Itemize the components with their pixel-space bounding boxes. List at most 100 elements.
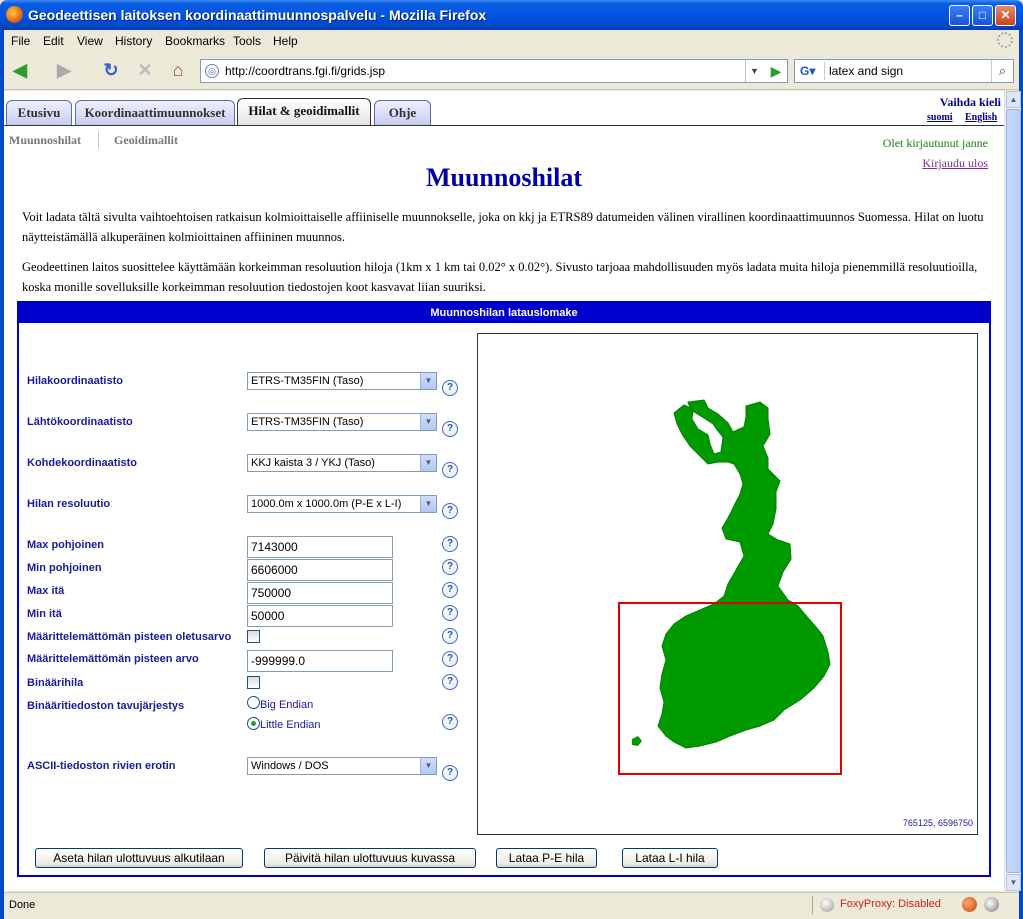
aland-islands: [632, 736, 642, 746]
tab-ohje[interactable]: Ohje: [374, 100, 431, 125]
stop-icon[interactable]: ✕: [131, 57, 159, 85]
tab-hilat[interactable]: Hilat & geoidimallit: [237, 98, 371, 126]
lang-link-english[interactable]: English: [965, 112, 997, 123]
search-bar[interactable]: G▾ ⌕: [794, 59, 1014, 83]
chevron-down-icon[interactable]: ▼: [420, 758, 436, 774]
scroll-thumb[interactable]: [1006, 109, 1021, 873]
url-dropdown-icon[interactable]: ▼: [745, 60, 763, 82]
grid-crs-select[interactable]: ETRS-TM35FIN (Taso) ▼: [247, 372, 437, 390]
menu-bookmarks[interactable]: Bookmarks: [165, 34, 225, 48]
help-icon[interactable]: ?: [442, 559, 458, 575]
url-bar[interactable]: ◎ http://coordtrans.fgi.fi/grids.jsp ▼ ▶: [200, 59, 788, 83]
maximize-button[interactable]: □: [972, 5, 993, 26]
resolution-value: 1000.0m x 1000.0m (P-E x L-I): [251, 498, 402, 510]
menu-view[interactable]: View: [77, 34, 103, 48]
help-icon[interactable]: ?: [442, 674, 458, 690]
resolution-select[interactable]: 1000.0m x 1000.0m (P-E x L-I) ▼: [247, 495, 437, 513]
min-east-label: Min itä: [27, 608, 62, 620]
vertical-scrollbar[interactable]: ▲ ▼: [1004, 91, 1021, 891]
site-icon: ◎: [205, 64, 219, 78]
help-icon[interactable]: ?: [442, 605, 458, 621]
addon-icon[interactable]: [984, 897, 999, 912]
min-north-input[interactable]: 6606000: [247, 559, 393, 581]
go-icon[interactable]: ▶: [765, 60, 787, 82]
target-crs-select[interactable]: KKJ kaista 3 / YKJ (Taso) ▼: [247, 454, 437, 472]
little-endian-radio[interactable]: [247, 717, 260, 730]
intro-paragraph-1: Voit ladata tältä sivulta vaihtoehtoisen…: [22, 210, 984, 244]
menu-help[interactable]: Help: [273, 34, 298, 48]
finland-map[interactable]: [478, 334, 977, 834]
help-icon[interactable]: ?: [442, 536, 458, 552]
max-east-input[interactable]: 750000: [247, 582, 393, 604]
help-icon[interactable]: ?: [442, 582, 458, 598]
url-text[interactable]: http://coordtrans.fgi.fi/grids.jsp: [225, 64, 385, 78]
nodata-default-label: Määrittelemättömän pisteen oletusarvo: [27, 631, 232, 643]
target-crs-label: Kohdekoordinaatisto: [27, 457, 138, 469]
nodata-value-input[interactable]: -999999.0: [247, 650, 393, 672]
help-icon[interactable]: ?: [442, 765, 458, 781]
little-endian-label[interactable]: Little Endian: [260, 719, 321, 731]
status-divider: [812, 896, 813, 914]
chevron-down-icon[interactable]: ▼: [420, 455, 436, 471]
menu-history[interactable]: History: [115, 34, 152, 48]
status-text: Done: [9, 899, 36, 911]
window-titlebar[interactable]: Geodeettisen laitoksen koordinaattimuunn…: [0, 0, 1023, 30]
menu-bar: File Edit View History Bookmarks Tools H…: [4, 30, 1019, 52]
tab-koordinaattimuunnokset[interactable]: Koordinaattimuunnokset: [75, 100, 235, 125]
binary-grid-label: Binäärihila: [27, 677, 84, 689]
subnav-muunnoshilat[interactable]: Muunnoshilat: [9, 133, 81, 148]
help-icon[interactable]: ?: [442, 628, 458, 644]
status-bar: Done FoxyProxy: Disabled: [4, 892, 1019, 916]
max-north-input[interactable]: 7143000: [247, 536, 393, 558]
menu-edit[interactable]: Edit: [43, 34, 64, 48]
nodata-default-checkbox[interactable]: [247, 630, 260, 643]
chevron-down-icon[interactable]: ▼: [420, 496, 436, 512]
max-north-label: Max pohjoinen: [27, 539, 104, 551]
close-button[interactable]: ✕: [995, 5, 1016, 26]
search-icon[interactable]: ⌕: [991, 60, 1013, 82]
help-icon[interactable]: ?: [442, 651, 458, 667]
google-engine-icon[interactable]: G▾: [797, 62, 825, 80]
help-icon[interactable]: ?: [442, 421, 458, 437]
scroll-up-icon[interactable]: ▲: [1006, 91, 1021, 108]
home-icon[interactable]: ⌂: [164, 57, 192, 85]
big-endian-radio[interactable]: [247, 696, 260, 709]
max-east-label: Max itä: [27, 585, 65, 597]
reset-extent-button[interactable]: Aseta hilan ulottuvuus alkutilaan: [35, 848, 243, 868]
byte-order-label: Binääritiedoston tavujärjestys: [27, 700, 185, 712]
subnav-geoidimallit[interactable]: Geoidimallit: [114, 133, 178, 148]
help-icon[interactable]: ?: [442, 714, 458, 730]
help-icon[interactable]: ?: [442, 503, 458, 519]
window-title: Geodeettisen laitoksen koordinaattimuunn…: [28, 7, 487, 23]
nodata-value-label: Määrittelemättömän pisteen arvo: [27, 653, 199, 665]
lang-link-suomi[interactable]: suomi: [927, 112, 953, 123]
minimize-button[interactable]: –: [949, 5, 970, 26]
subnav-divider: [98, 131, 99, 149]
scroll-down-icon[interactable]: ▼: [1006, 874, 1021, 891]
grid-crs-label: Hilakoordinaatisto: [27, 375, 123, 387]
binary-grid-checkbox[interactable]: [247, 676, 260, 689]
help-icon[interactable]: ?: [442, 462, 458, 478]
menu-file[interactable]: File: [11, 34, 30, 48]
chevron-down-icon[interactable]: ▼: [420, 373, 436, 389]
update-extent-button[interactable]: Päivitä hilan ulottuvuus kuvassa: [264, 848, 476, 868]
tab-etusivu[interactable]: Etusivu: [6, 100, 72, 125]
map-coordinate-readout: 765125, 6596750: [902, 818, 973, 828]
menu-tools[interactable]: Tools: [233, 34, 261, 48]
big-endian-label[interactable]: Big Endian: [260, 699, 313, 711]
search-input[interactable]: [827, 62, 987, 80]
forward-icon[interactable]: ▶: [50, 57, 78, 85]
min-east-input[interactable]: 50000: [247, 605, 393, 627]
back-icon[interactable]: ◀: [6, 57, 34, 85]
foxyproxy-status[interactable]: FoxyProxy: Disabled: [840, 898, 941, 910]
foxyproxy-icon[interactable]: [962, 897, 977, 912]
grid-extent-map[interactable]: 765125, 6596750: [477, 333, 978, 835]
help-icon[interactable]: ?: [442, 380, 458, 396]
source-crs-select[interactable]: ETRS-TM35FIN (Taso) ▼: [247, 413, 437, 431]
load-li-grid-button[interactable]: Lataa L-I hila: [622, 848, 718, 868]
load-pe-grid-button[interactable]: Lataa P-E hila: [496, 848, 597, 868]
chevron-down-icon[interactable]: ▼: [420, 414, 436, 430]
reload-icon[interactable]: ↻: [97, 57, 125, 85]
line-sep-select[interactable]: Windows / DOS ▼: [247, 757, 437, 775]
source-crs-label: Lähtökoordinaatisto: [27, 416, 133, 428]
